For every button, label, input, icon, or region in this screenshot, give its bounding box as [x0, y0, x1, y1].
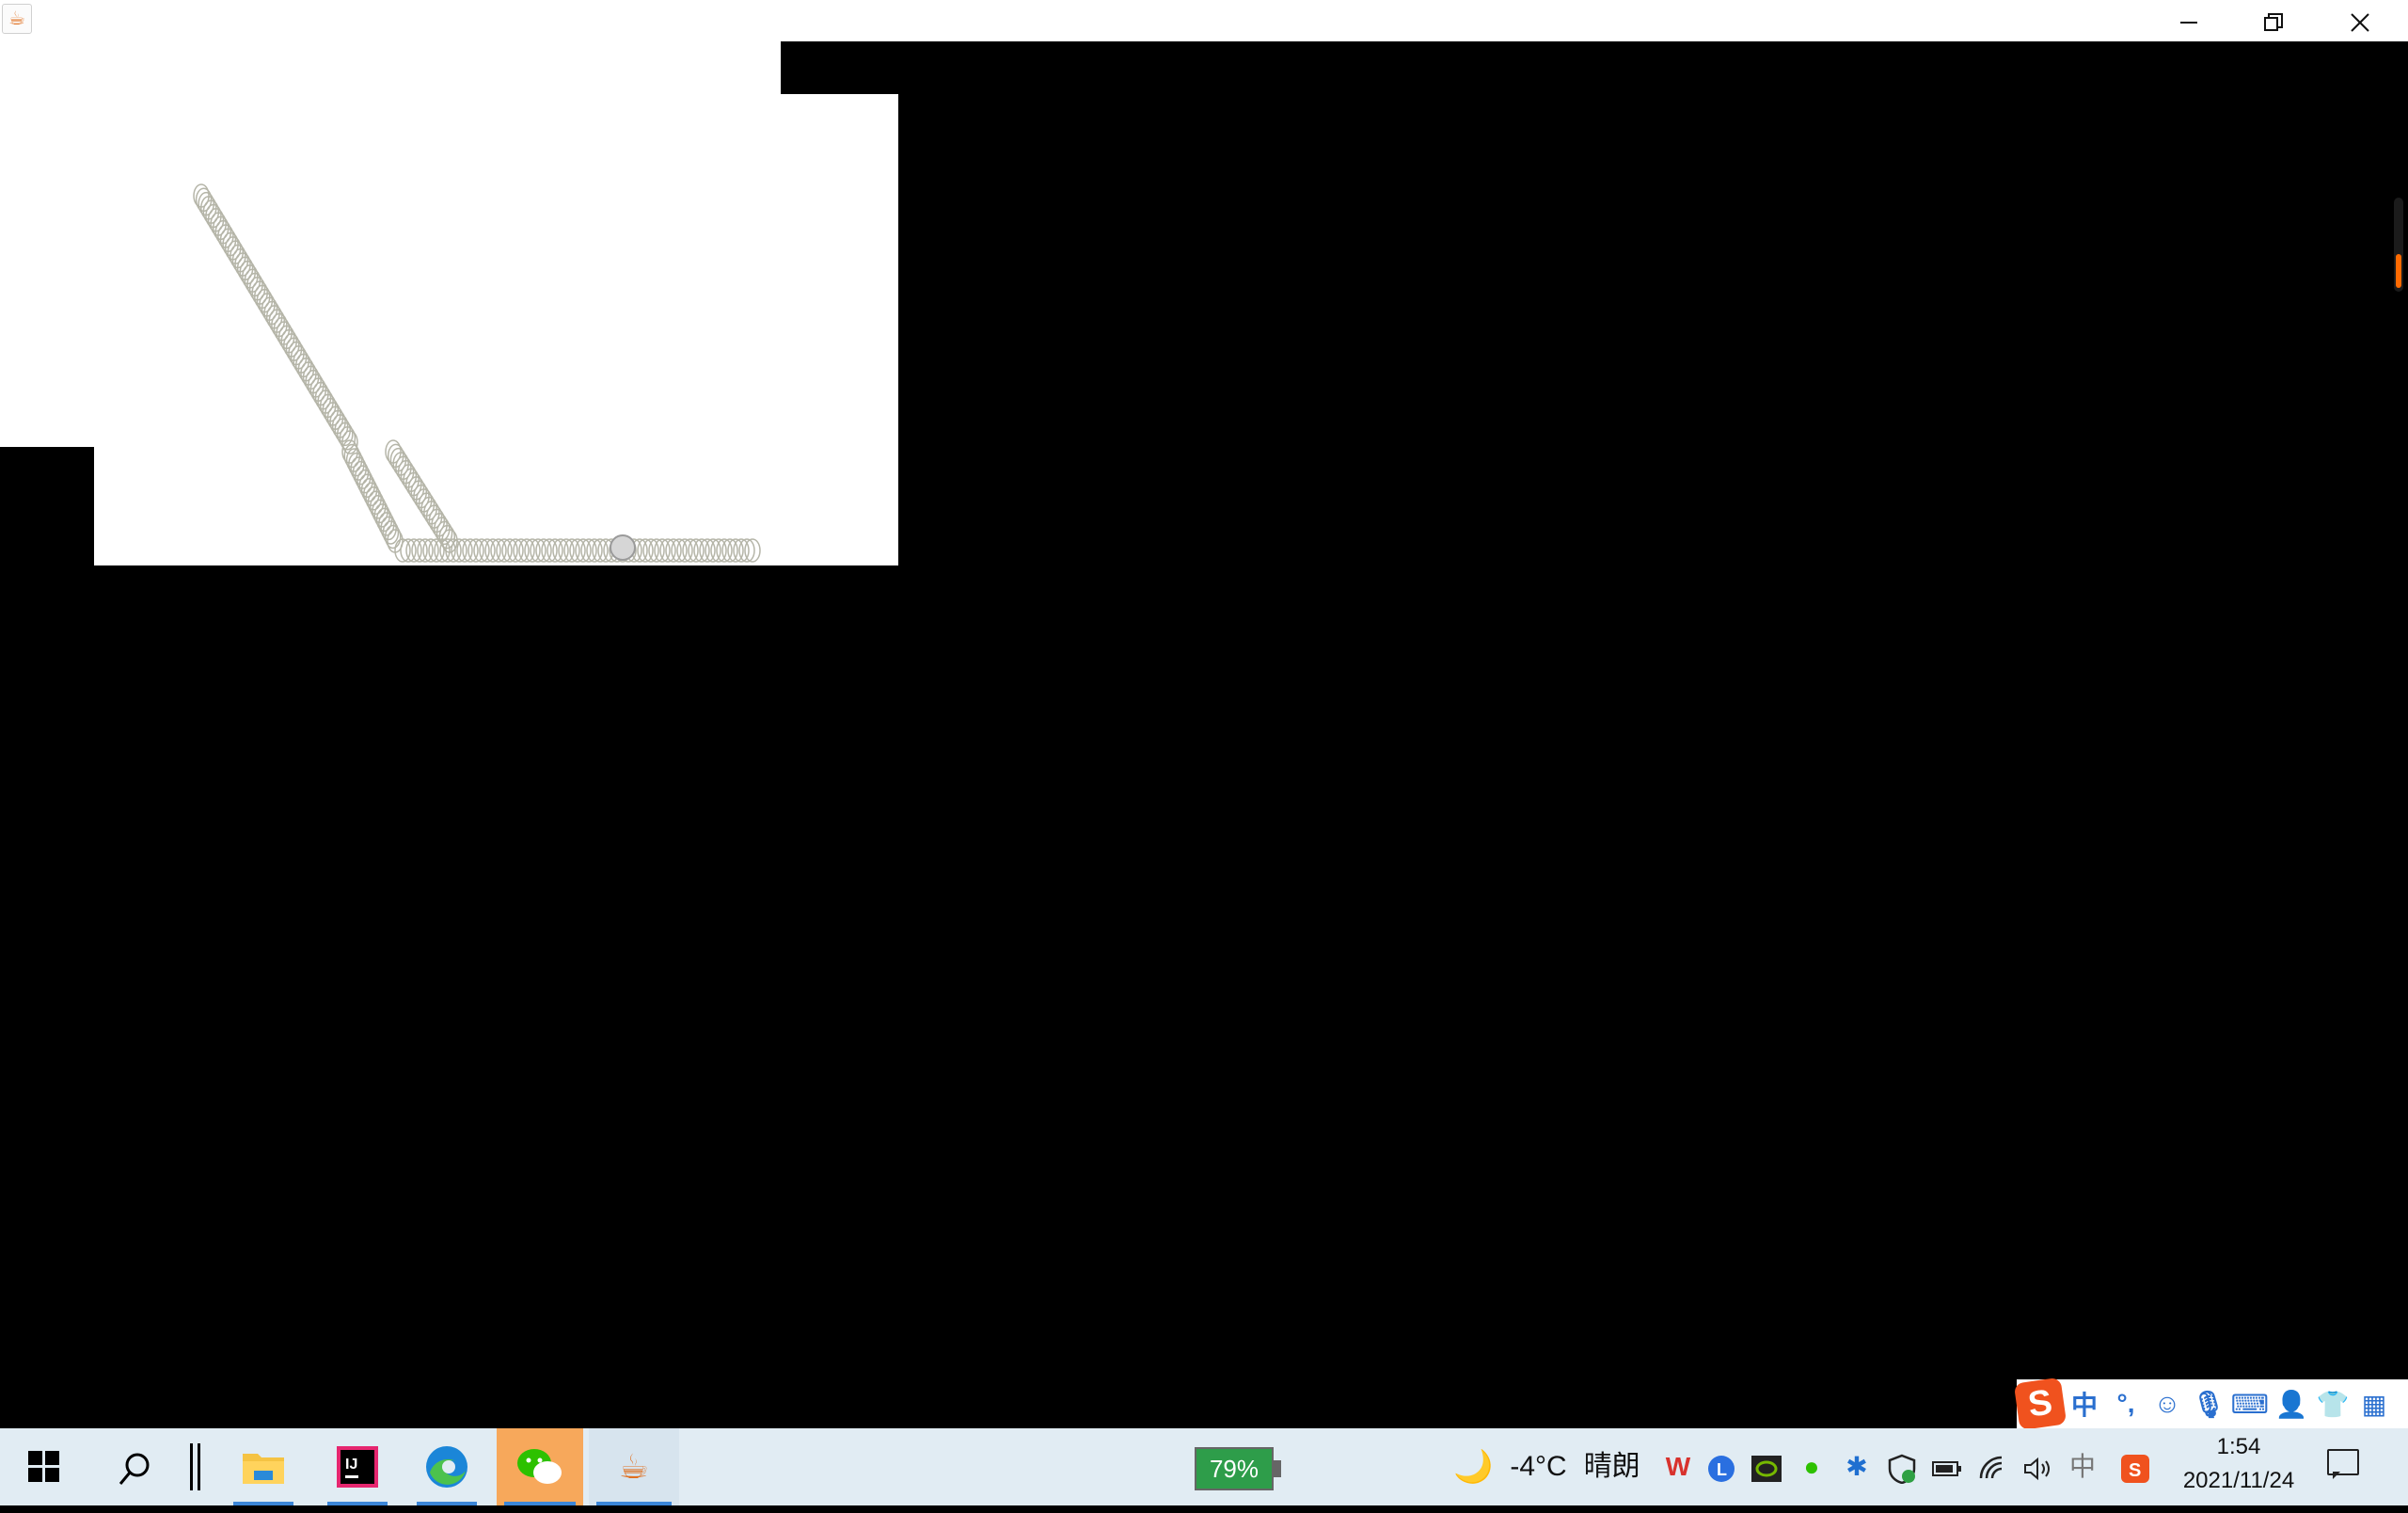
battery-icon[interactable] [1926, 1428, 1968, 1505]
notification-button[interactable] [2323, 1445, 2361, 1481]
wps-icon[interactable]: W [1657, 1428, 1699, 1505]
battery-widget[interactable]: 79% [1195, 1447, 1281, 1490]
scrollbar-thumb[interactable] [2394, 198, 2403, 292]
ime-mode-chinese[interactable]: 中 [2064, 1385, 2105, 1423]
ime-keyboard-icon[interactable]: ⌨ [2229, 1389, 2271, 1420]
security-icon[interactable] [1881, 1428, 1923, 1505]
java-icon: ☕ [618, 1447, 650, 1486]
svg-text:L: L [1717, 1460, 1727, 1479]
task-view-button[interactable] [167, 1428, 224, 1505]
ball-trail [193, 183, 761, 563]
intellij-button[interactable]: IJ [320, 1428, 395, 1505]
ball [610, 534, 636, 561]
volume-icon[interactable] [2017, 1428, 2058, 1505]
ime-toolbar: S 中 °, ☺ 🎙 ⌨ 👤 👕 ▦ [2013, 1377, 2408, 1431]
ime-punctuation[interactable]: °, [2105, 1389, 2147, 1419]
system-clock[interactable]: 1:54 2021/11/24 [2173, 1430, 2305, 1498]
ime-skin-icon[interactable]: 👕 [2312, 1389, 2353, 1420]
windows-icon [28, 1451, 60, 1483]
file-explorer-button[interactable] [226, 1428, 301, 1505]
java-app-button[interactable]: ☕ [589, 1428, 679, 1505]
ball-trail-drawing [193, 183, 761, 563]
weather-condition: 晴朗 [1583, 1451, 1640, 1482]
nvidia-icon[interactable] [1746, 1428, 1787, 1505]
folder-icon [243, 1453, 284, 1484]
wechat-button[interactable] [497, 1428, 583, 1505]
ime-voice-icon[interactable]: 🎙 [2188, 1389, 2229, 1420]
wechat-tray-icon[interactable]: ● [1791, 1428, 1832, 1505]
search-icon [119, 1453, 150, 1486]
wechat-icon [517, 1448, 562, 1484]
clock-date: 2021/11/24 [2182, 1468, 2295, 1493]
ime-tools-icon[interactable]: ▦ [2353, 1389, 2395, 1420]
intellij-icon: IJ [337, 1445, 378, 1488]
weather-temp: -4°C [1510, 1451, 1567, 1482]
sogou-logo[interactable]: S [2013, 1377, 2067, 1431]
clock-time: 1:54 [2216, 1434, 2261, 1459]
moon-icon: 🌙 [1453, 1449, 1494, 1485]
weather-widget[interactable]: 🌙 -4°C 晴朗 [1453, 1428, 1640, 1505]
ime-user-icon[interactable]: 👤 [2271, 1389, 2312, 1420]
wifi-icon[interactable] [1972, 1428, 2013, 1505]
edge-icon [426, 1445, 467, 1488]
bluetooth-icon[interactable]: ✱ [1836, 1428, 1877, 1505]
sogou-tray-icon[interactable]: S [2115, 1428, 2156, 1505]
edge-button[interactable] [409, 1428, 484, 1505]
ime-emoji-icon[interactable]: ☺ [2147, 1389, 2188, 1419]
ime-language-indicator[interactable]: 中 [2062, 1428, 2103, 1505]
svg-text:S: S [2129, 1460, 2141, 1481]
lenovo-icon[interactable]: L [1701, 1428, 1742, 1505]
svg-text:IJ: IJ [345, 1457, 357, 1473]
start-button[interactable] [6, 1428, 81, 1505]
search-button[interactable] [98, 1428, 173, 1505]
